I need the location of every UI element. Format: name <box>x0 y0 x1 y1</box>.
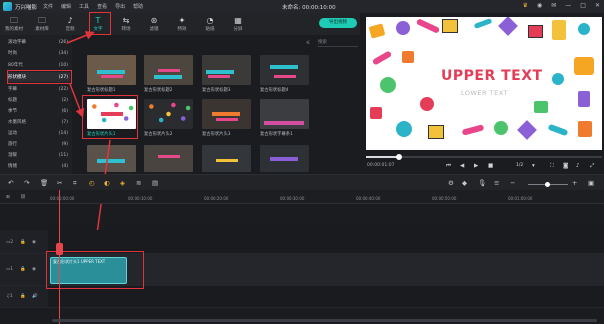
timeline-scrollbar[interactable] <box>52 319 597 322</box>
audio-track-1 <box>0 286 604 308</box>
lock-icon[interactable]: 🔒 <box>20 294 26 299</box>
prev-frame-icon[interactable]: ⏮ <box>446 163 451 170</box>
stop-icon[interactable]: ■ <box>488 163 493 169</box>
visibility-icon[interactable]: ◉ <box>32 240 36 245</box>
visibility-icon[interactable]: ◉ <box>32 267 36 272</box>
ruler-tick: 00:00:00:00 <box>50 196 75 201</box>
fullscreen-icon[interactable]: ⛶ <box>550 163 554 170</box>
timeline-toolbar: ↶ ↷ 🗑 ✂ ⌗ ◴ ◐ ◈ ≋ ▤ ⚙ ◆ 🎙 ≡ − + ▣ <box>0 174 604 190</box>
preview-lower-text[interactable]: LOWER TEXT <box>461 89 508 97</box>
render-icon[interactable]: ⚙ <box>448 179 454 187</box>
crop-icon[interactable]: ⌗ <box>73 179 77 188</box>
highlight-box-clip <box>46 251 144 289</box>
page-indicator: 1/2 <box>516 163 524 168</box>
zoom-out-icon[interactable]: − <box>510 179 515 187</box>
redo-icon[interactable]: ↷ <box>24 179 29 187</box>
step-back-icon[interactable]: ◀ <box>460 163 464 169</box>
play-icon[interactable]: ▶ <box>474 163 478 169</box>
lock-icon[interactable]: 🔒 <box>20 240 26 245</box>
microphone-icon[interactable]: 🎙 <box>478 179 486 187</box>
split-icon[interactable]: ✂ <box>57 179 62 187</box>
green-screen-icon[interactable]: ▤ <box>152 179 158 187</box>
audio-edit-icon[interactable]: ≋ <box>136 179 141 187</box>
ruler-tick: 00:00:40:00 <box>356 196 381 201</box>
preview-upper-text[interactable]: UPPER TEXT <box>441 68 543 84</box>
audio-track-label-icon: ♫1 <box>6 294 13 299</box>
preview-progress-fill <box>366 156 399 158</box>
snapshot-icon[interactable]: ◙ <box>563 163 568 169</box>
link-icon[interactable]: ⛓ <box>20 195 26 200</box>
color-icon[interactable]: ◐ <box>104 179 110 187</box>
speed-icon[interactable]: ◴ <box>89 179 95 187</box>
keyframe-icon[interactable]: ◈ <box>120 179 125 187</box>
ruler-tick: 00:01:00:00 <box>508 196 533 201</box>
expand-icon[interactable]: ⤢ <box>590 163 594 170</box>
zoom-in-icon[interactable]: + <box>572 179 577 187</box>
add-track-icon[interactable]: ⊞ <box>6 195 10 200</box>
ruler-tick: 00:00:10:00 <box>128 196 153 201</box>
marker-icon[interactable]: ◆ <box>462 179 467 187</box>
track-label-icon: ▭2 <box>6 240 14 245</box>
lock-icon[interactable]: 🔒 <box>20 267 26 272</box>
ruler-tick: 00:00:30:00 <box>280 196 305 201</box>
preview-timecode: 00:00:01:07 <box>367 163 395 168</box>
playhead-handle[interactable] <box>56 243 63 255</box>
delete-icon[interactable]: 🗑 <box>40 179 48 187</box>
playhead[interactable] <box>59 190 60 324</box>
ruler-tick: 00:00:50:00 <box>432 196 457 201</box>
zoom-slider-handle[interactable] <box>545 182 550 187</box>
fit-timeline-icon[interactable]: ▣ <box>588 179 594 187</box>
undo-icon[interactable]: ↶ <box>8 179 13 187</box>
preview-progress-handle[interactable] <box>396 154 402 160</box>
ruler-tick: 00:00:20:00 <box>204 196 229 201</box>
audio-mixer-icon[interactable]: ≡ <box>494 179 499 187</box>
volume-icon[interactable]: ♪ <box>576 163 580 169</box>
dropdown-icon[interactable]: ▾ <box>532 163 535 169</box>
mute-icon[interactable]: 🔊 <box>32 294 38 299</box>
track-label-icon: ▭1 <box>6 267 14 272</box>
